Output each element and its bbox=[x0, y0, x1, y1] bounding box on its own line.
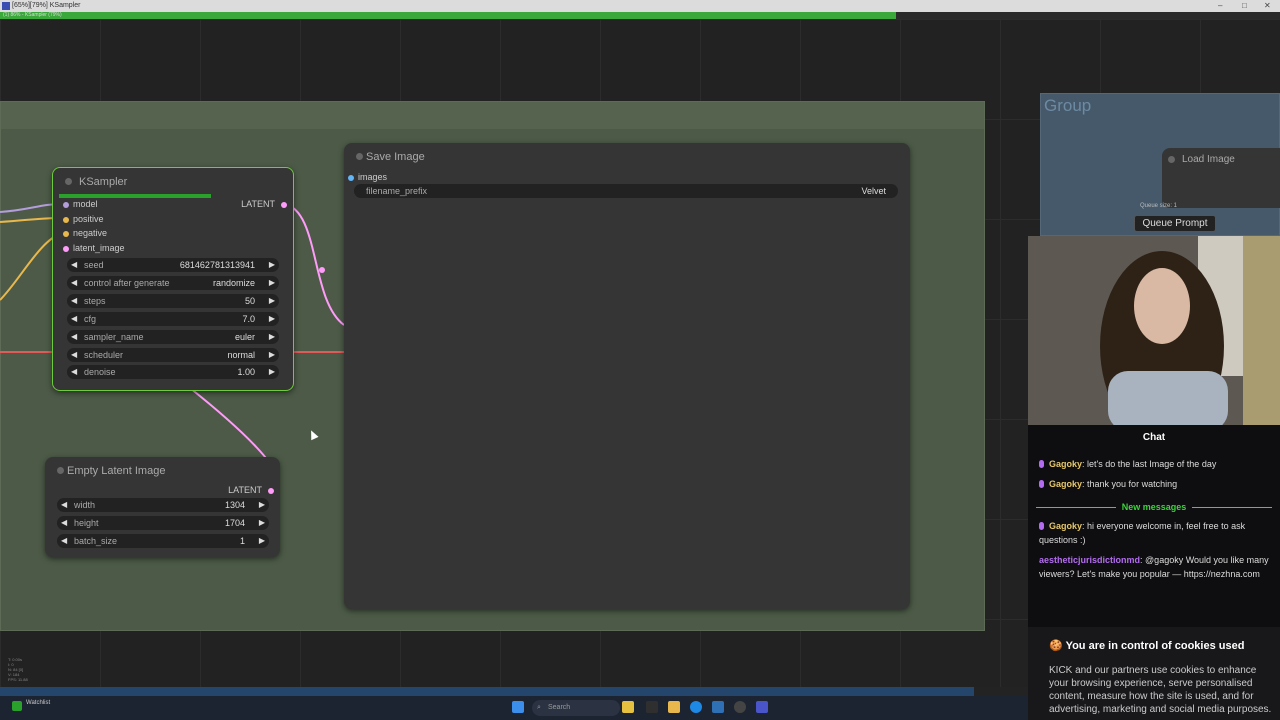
chat-message: aestheticjurisdictionmd: @gagoky Would y… bbox=[1039, 555, 1269, 579]
store-icon[interactable] bbox=[712, 701, 724, 713]
increment-arrow-icon: ▶ bbox=[268, 260, 275, 269]
webcam-image bbox=[1028, 236, 1280, 425]
decrement-arrow-icon: ◀ bbox=[71, 367, 78, 376]
cookie-banner: 🍪 You are in control of cookies used KIC… bbox=[1028, 627, 1280, 720]
mic-badge-icon bbox=[1039, 522, 1044, 530]
obs-icon[interactable] bbox=[734, 701, 746, 713]
increment-arrow-icon: ▶ bbox=[268, 367, 275, 376]
ksampler-progress-bar bbox=[59, 194, 211, 198]
app-icon bbox=[2, 2, 10, 10]
mic-badge-icon bbox=[1039, 480, 1044, 488]
comfyui-icon[interactable] bbox=[756, 701, 768, 713]
ksampler-node[interactable]: KSampler model positive negative latent_… bbox=[52, 167, 294, 391]
output-slot-latent[interactable]: LATENT bbox=[228, 485, 274, 495]
widgets-icon[interactable] bbox=[622, 701, 634, 713]
close-icon[interactable]: ✕ bbox=[1264, 0, 1271, 12]
widget-height[interactable]: ◀ height 1704 ▶ bbox=[57, 516, 269, 530]
decrement-arrow-icon: ◀ bbox=[71, 314, 78, 323]
chat-message: Gagoky: let's do the last Image of the d… bbox=[1039, 457, 1275, 471]
input-slot-negative[interactable]: negative bbox=[63, 228, 107, 238]
window-titlebar: [65%][79%] KSampler – □ ✕ bbox=[0, 0, 1280, 12]
window-title: [65%][79%] KSampler bbox=[12, 2, 81, 9]
taskbar-search[interactable]: ⌕ Search bbox=[532, 700, 620, 716]
decrement-arrow-icon: ◀ bbox=[61, 518, 68, 527]
input-slot-model[interactable]: model bbox=[63, 199, 98, 209]
webcam-overlay bbox=[1028, 236, 1280, 425]
queue-prompt-button[interactable]: Queue Prompt bbox=[1134, 215, 1216, 232]
increment-arrow-icon: ▶ bbox=[258, 518, 265, 527]
empty-latent-title: Empty Latent Image bbox=[67, 465, 166, 477]
start-icon[interactable] bbox=[512, 701, 524, 713]
decrement-arrow-icon: ◀ bbox=[71, 260, 78, 269]
cookie-body: KICK and our partners use cookies to enh… bbox=[1049, 665, 1272, 715]
watchlist-icon[interactable] bbox=[12, 701, 22, 711]
canvas-stats: T: 0.00s I: 0 N: 84 [0] V: 184 FPS: 11.88 bbox=[8, 657, 28, 682]
increment-arrow-icon: ▶ bbox=[268, 296, 275, 305]
edge-icon[interactable] bbox=[690, 701, 702, 713]
minimize-icon[interactable]: – bbox=[1218, 0, 1222, 12]
increment-arrow-icon: ▶ bbox=[268, 350, 275, 359]
decrement-arrow-icon: ◀ bbox=[71, 296, 78, 305]
save-image-title: Save Image bbox=[366, 151, 425, 163]
widget-control-after-generate[interactable]: ◀ control after generate randomize ▶ bbox=[67, 276, 279, 290]
increment-arrow-icon: ▶ bbox=[268, 332, 275, 341]
decrement-arrow-icon: ◀ bbox=[71, 278, 78, 287]
increment-arrow-icon: ▶ bbox=[268, 278, 275, 287]
widget-denoise[interactable]: ◀ denoise 1.00 ▶ bbox=[67, 365, 279, 379]
execution-progress-label: (1) 86% - KSampler (79%) bbox=[3, 12, 62, 18]
cookie-icon: 🍪 bbox=[1049, 640, 1063, 652]
group-header[interactable] bbox=[1, 102, 984, 129]
decrement-arrow-icon: ◀ bbox=[71, 332, 78, 341]
execution-progress-fill bbox=[0, 12, 896, 19]
load-image-title: Load Image bbox=[1182, 154, 1235, 165]
cookie-title: 🍪 You are in control of cookies used bbox=[1049, 640, 1245, 652]
decrement-arrow-icon: ◀ bbox=[61, 500, 68, 509]
save-image-node[interactable]: Save Image images filename_prefix Velvet bbox=[344, 143, 910, 609]
chat-message: Gagoky: thank you for watching bbox=[1039, 477, 1275, 491]
input-slot-latent-image[interactable]: latent_image bbox=[63, 243, 125, 253]
decrement-arrow-icon: ◀ bbox=[61, 536, 68, 545]
increment-arrow-icon: ▶ bbox=[258, 500, 265, 509]
search-icon: ⌕ bbox=[537, 704, 541, 711]
empty-latent-image-node[interactable]: Empty Latent Image LATENT ◀ width 1304 ▶ ◀ h… bbox=[45, 457, 280, 557]
increment-arrow-icon: ▶ bbox=[258, 536, 265, 545]
widget-width[interactable]: ◀ width 1304 ▶ bbox=[57, 498, 269, 512]
input-slot-positive[interactable]: positive bbox=[63, 214, 104, 224]
input-slot-images[interactable]: images bbox=[348, 172, 387, 182]
task-view-icon[interactable] bbox=[646, 701, 658, 713]
maximize-icon[interactable]: □ bbox=[1242, 0, 1247, 12]
decrement-arrow-icon: ◀ bbox=[71, 350, 78, 359]
output-slot-latent[interactable]: LATENT bbox=[241, 199, 287, 209]
chat-message: Gagoky: hi everyone welcome in, feel fre… bbox=[1039, 521, 1246, 545]
widget-scheduler[interactable]: ◀ scheduler normal ▶ bbox=[67, 348, 279, 362]
chat-panel: Chat Gagoky: let's do the last Image of … bbox=[1028, 425, 1280, 720]
file-explorer-icon[interactable] bbox=[668, 701, 680, 713]
widget-sampler-name[interactable]: ◀ sampler_name euler ▶ bbox=[67, 330, 279, 344]
widget-filename-prefix[interactable]: filename_prefix Velvet bbox=[354, 184, 898, 198]
node-collapse-dot[interactable] bbox=[1168, 156, 1175, 163]
canvas-bottom-bar bbox=[0, 687, 974, 696]
watchlist-label[interactable]: Watchlist bbox=[26, 700, 50, 706]
mic-badge-icon bbox=[1039, 460, 1044, 468]
widget-seed[interactable]: ◀ seed 681462781313941 ▶ bbox=[67, 258, 279, 272]
load-image-node[interactable]: Load Image bbox=[1162, 148, 1280, 208]
chat-header: Chat bbox=[1142, 432, 1166, 443]
widget-batch-size[interactable]: ◀ batch_size 1 ▶ bbox=[57, 534, 269, 548]
ksampler-title: KSampler bbox=[79, 176, 128, 188]
group-title: Group bbox=[1044, 96, 1092, 115]
new-messages-divider[interactable]: New messages bbox=[1036, 501, 1272, 513]
widget-steps[interactable]: ◀ steps 50 ▶ bbox=[67, 294, 279, 308]
queue-size-label: Queue size: 1 bbox=[1140, 203, 1178, 209]
execution-progress-bar bbox=[0, 12, 1280, 19]
increment-arrow-icon: ▶ bbox=[268, 314, 275, 323]
widget-cfg[interactable]: ◀ cfg 7.0 ▶ bbox=[67, 312, 279, 326]
